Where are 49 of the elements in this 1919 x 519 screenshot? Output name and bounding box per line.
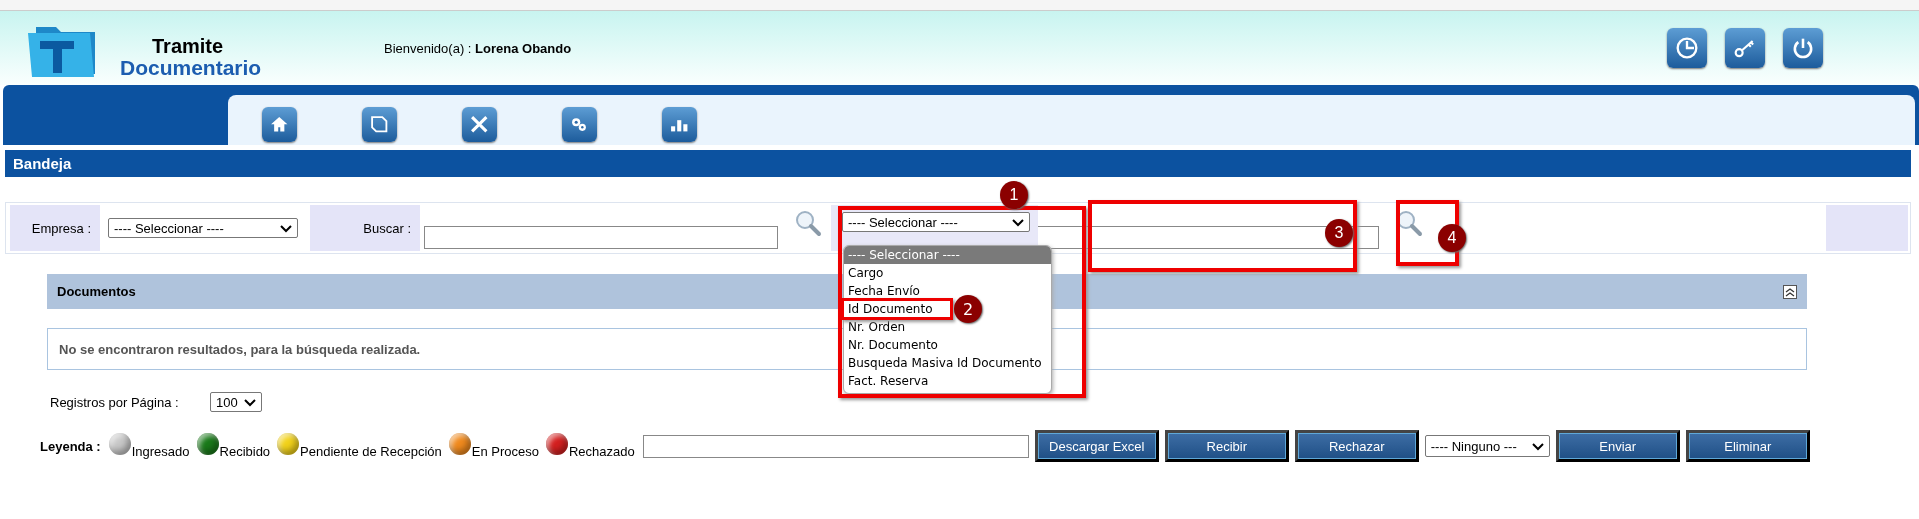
legend-text: En Proceso — [471, 444, 539, 459]
page-size-label: Registros por Página : — [50, 394, 180, 410]
collapse-icon[interactable] — [1783, 284, 1797, 299]
dropdown-option[interactable]: Fecha Envío — [848, 284, 920, 298]
dropdown-option[interactable]: Id Documento — [848, 302, 933, 316]
legend-text: Recibido — [219, 444, 271, 459]
number-badge: 2 — [954, 295, 982, 323]
search-icon[interactable] — [794, 209, 822, 237]
legend-text: Pendiente de Recepción — [300, 444, 442, 459]
gears-icon[interactable] — [562, 107, 597, 142]
dropdown-option[interactable]: Nr. Documento — [848, 338, 938, 352]
action-button[interactable]: Enviar — [1555, 430, 1680, 462]
power-icon[interactable] — [1783, 28, 1823, 68]
section-title: Documentos — [57, 284, 136, 299]
user-name: Lorena Obando — [475, 40, 572, 56]
dropdown-option[interactable]: Busqueda Masiva Id Documento — [848, 356, 1042, 370]
text-field[interactable] — [642, 434, 1029, 458]
number-badge: 3 — [1325, 219, 1353, 247]
action-button[interactable]: Recibir — [1164, 430, 1289, 462]
key-icon[interactable] — [1725, 28, 1765, 68]
field-select[interactable]: ---- Seleccionar ---- — [842, 212, 1030, 232]
page-title: Bandeja — [5, 150, 1911, 177]
number-badge: 4 — [1438, 224, 1466, 252]
empty-message: No se encontraron resultados, para la búsqueda realizada. — [59, 341, 421, 357]
logo-title: Tramite — [152, 35, 224, 57]
dropdown-option[interactable]: Cargo — [848, 266, 884, 280]
legend-label: Leyenda : — [40, 438, 101, 454]
company-select[interactable]: ---- Seleccionar ---- — [108, 218, 298, 238]
home-icon[interactable] — [262, 107, 297, 142]
legend-text: Rechazado — [569, 444, 635, 459]
search-field[interactable] — [424, 225, 778, 249]
tools-icon[interactable] — [462, 107, 497, 142]
document-icon[interactable] — [362, 107, 397, 142]
chart-icon[interactable] — [662, 107, 697, 142]
clock-icon[interactable] — [1667, 28, 1707, 68]
action-button[interactable]: Rechazar — [1294, 430, 1419, 462]
action-button[interactable]: Descargar Excel — [1034, 430, 1159, 462]
assign-select[interactable]: ---- Ninguno --- — [1424, 435, 1550, 457]
dropdown-option[interactable]: Fact. Reserva — [848, 374, 929, 388]
page-size-select[interactable]: 100 — [210, 392, 262, 412]
logo-subtitle: Documentario — [120, 57, 262, 79]
number-badge: 1 — [1000, 181, 1028, 209]
legend-text: Ingresado — [131, 444, 190, 459]
welcome-label: Bienvenido(a) : — [384, 40, 473, 56]
dropdown-option[interactable]: Nr. Orden — [848, 320, 906, 334]
filter-label: Empresa : — [10, 205, 100, 251]
dropdown-option[interactable]: ---- Seleccionar ---- — [844, 246, 1051, 264]
filter-label: Buscar : — [310, 205, 420, 251]
action-button[interactable]: Eliminar — [1685, 430, 1810, 462]
